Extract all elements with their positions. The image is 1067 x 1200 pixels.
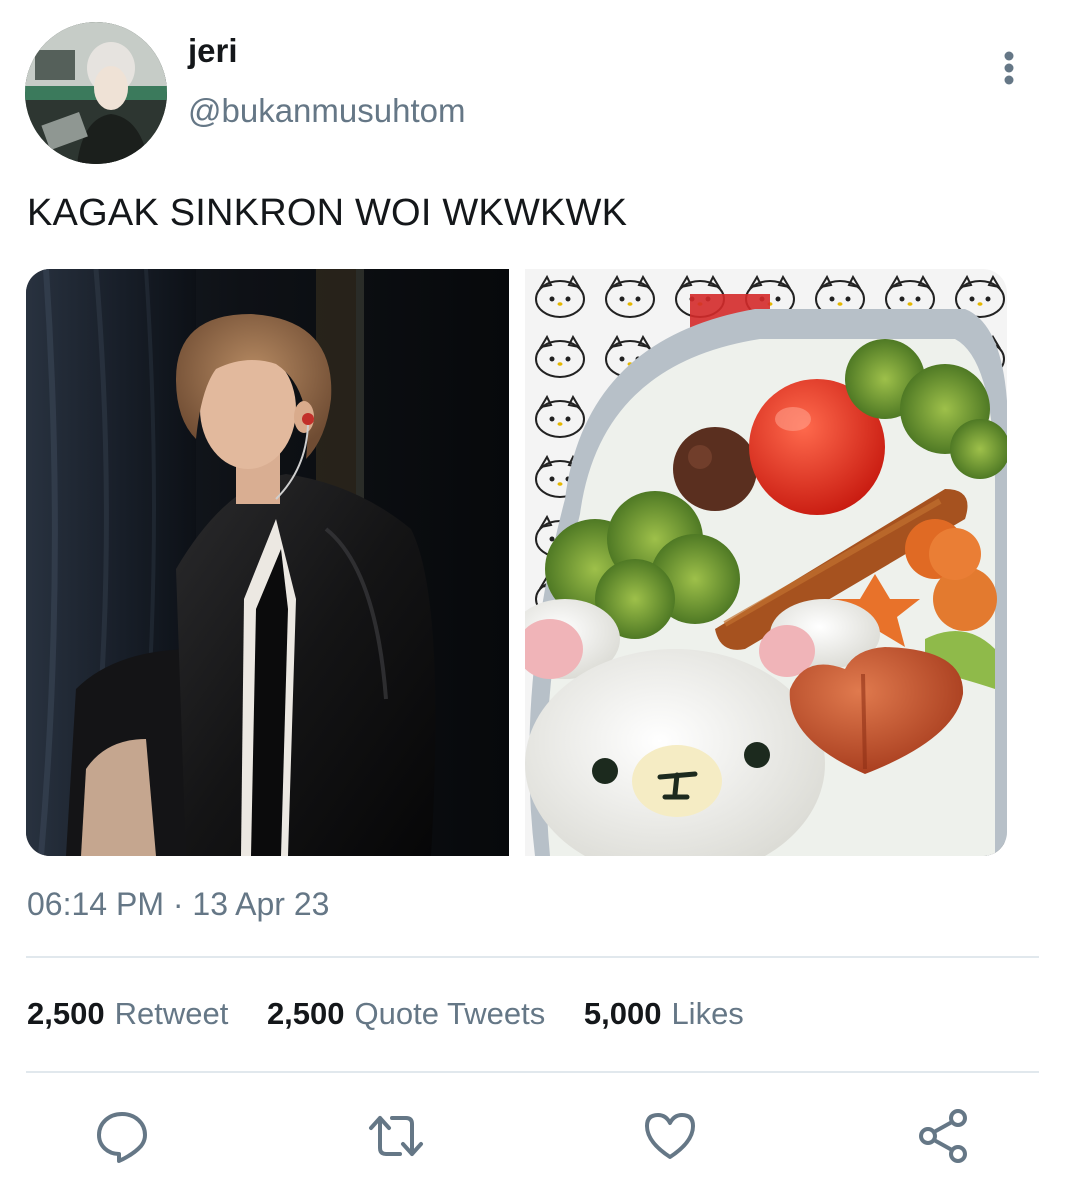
divider-bottom <box>26 1071 1039 1073</box>
more-options-icon[interactable] <box>990 48 1028 88</box>
tweet-text: KAGAK SINKRON WOI WKWKWK <box>27 192 628 234</box>
bear-bento-box-image <box>525 269 1007 856</box>
concert-performer-image <box>26 269 509 856</box>
retweets-count: 2,500 <box>27 996 105 1031</box>
media-image-left[interactable] <box>26 269 509 856</box>
display-name[interactable]: jeri <box>188 32 238 70</box>
tweet-timestamp[interactable]: 06:14 PM · 13 Apr 23 <box>27 886 329 923</box>
like-icon[interactable] <box>642 1108 698 1164</box>
likes-label: Likes <box>671 996 744 1031</box>
tweet-detail: jeri @bukanmusuhtom KAGAK SINKRON WOI WK… <box>0 0 1067 1200</box>
user-handle[interactable]: @bukanmusuhtom <box>188 92 465 130</box>
avatar-image <box>25 22 167 164</box>
user-avatar[interactable] <box>25 22 167 164</box>
quote-tweets-label: Quote Tweets <box>354 996 546 1031</box>
retweet-icon[interactable] <box>368 1108 424 1164</box>
engagement-stats: 2,500 Retweet 2,500 Quote Tweets 5,000 Like… <box>27 996 774 1032</box>
tweet-date: 13 Apr 23 <box>192 886 330 922</box>
divider-top <box>26 956 1039 958</box>
retweets-stat[interactable]: 2,500 Retweet <box>27 996 228 1032</box>
likes-count: 5,000 <box>583 996 662 1031</box>
quote-tweets-stat[interactable]: 2,500 Quote Tweets <box>267 996 545 1032</box>
share-icon[interactable] <box>916 1108 972 1164</box>
timestamp-separator: · <box>172 886 184 922</box>
quote-tweets-count: 2,500 <box>266 996 345 1031</box>
reply-icon[interactable] <box>94 1108 150 1164</box>
media-image-right[interactable] <box>525 269 1007 856</box>
tweet-time: 06:14 PM <box>27 886 164 922</box>
likes-stat[interactable]: 5,000 Likes <box>584 996 744 1032</box>
retweets-label: Retweet <box>114 996 229 1031</box>
